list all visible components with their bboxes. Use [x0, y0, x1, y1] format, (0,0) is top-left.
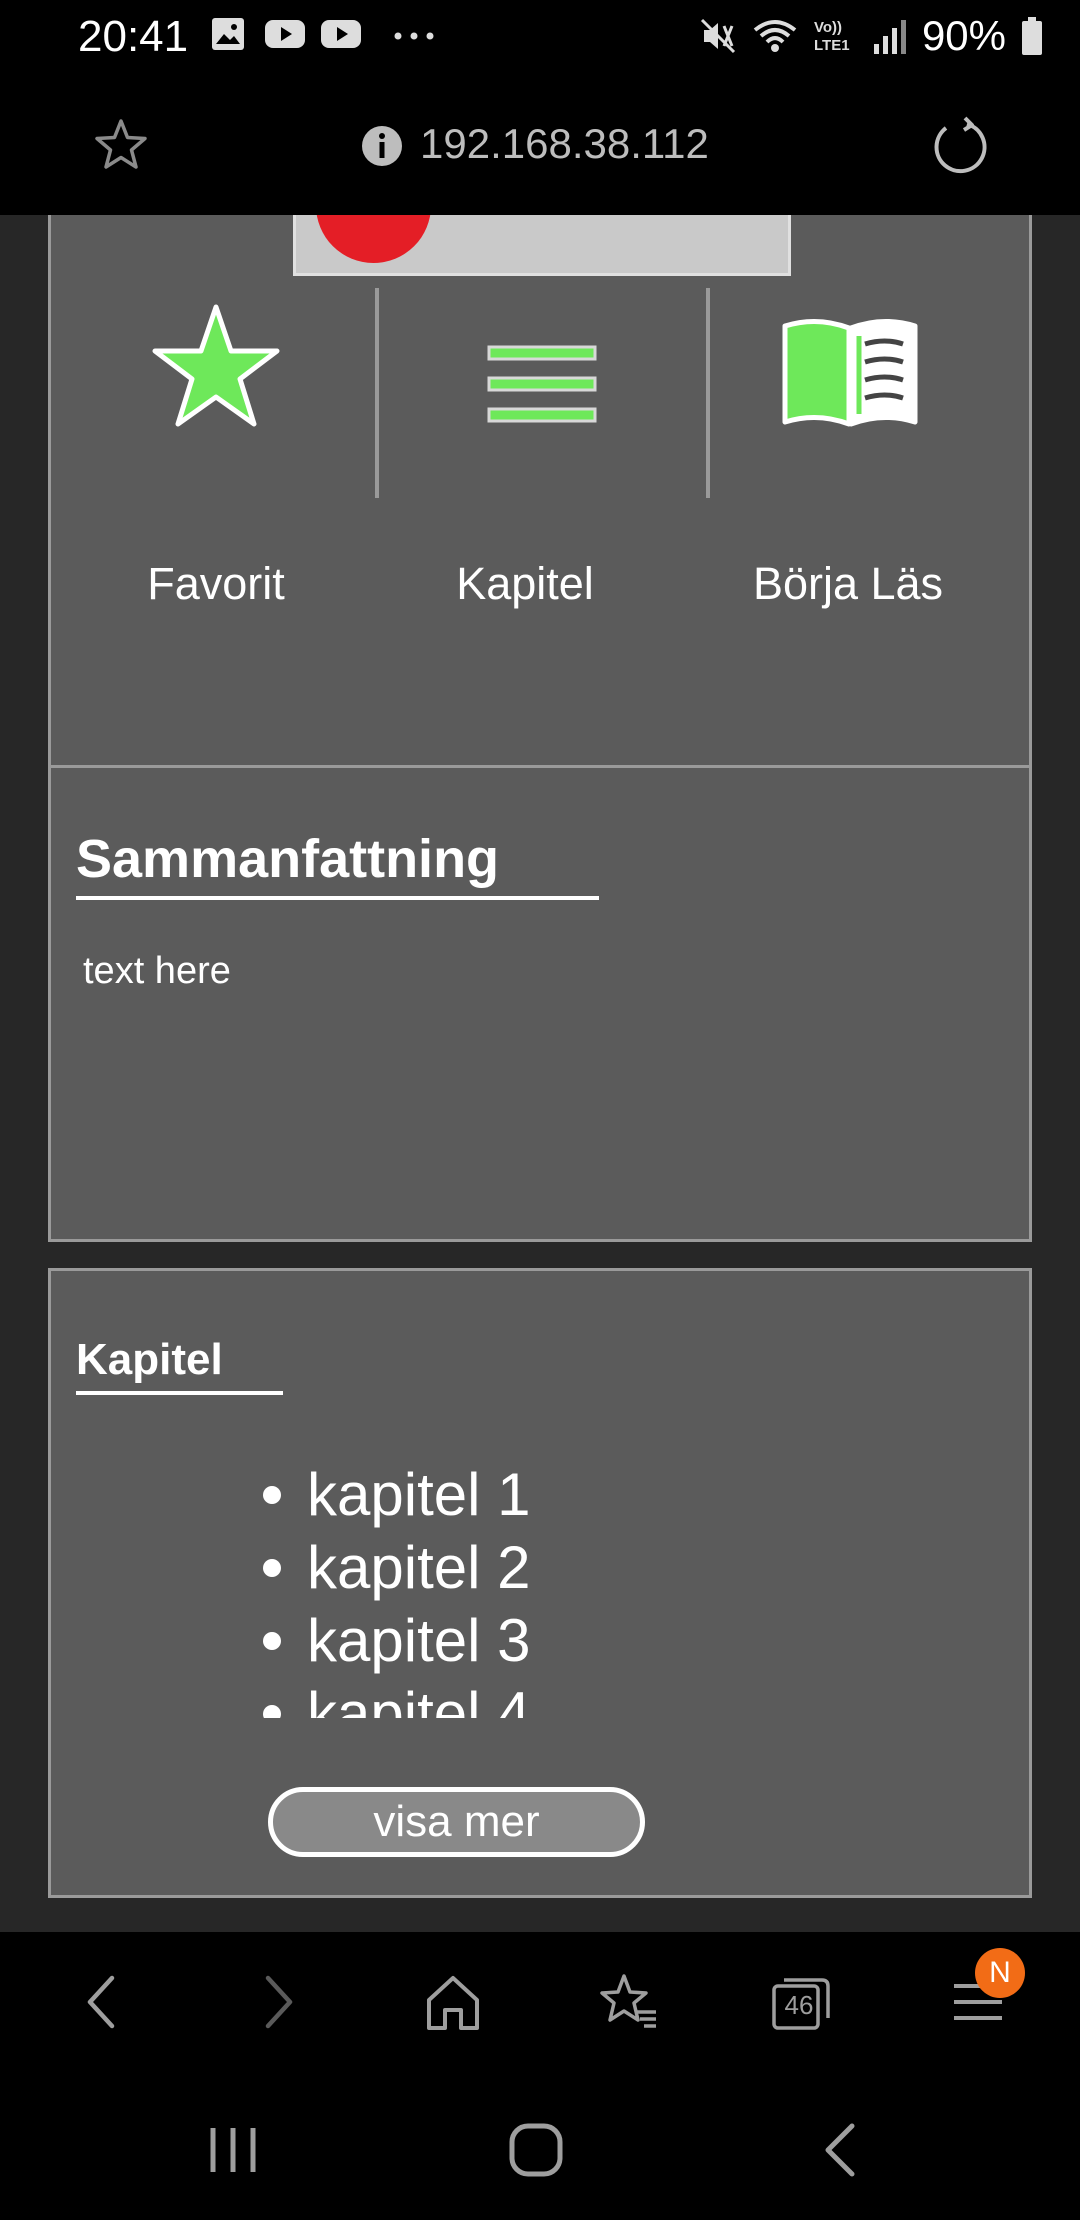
info-icon[interactable]: [360, 124, 404, 168]
list-item[interactable]: kapitel 4: [263, 1677, 530, 1718]
borja-las-label[interactable]: Börja Läs: [683, 558, 1013, 610]
status-indicators: Vo)) LTE1 90%: [698, 12, 1044, 60]
wifi-icon: [753, 20, 797, 52]
list-item[interactable]: kapitel 1: [263, 1458, 530, 1531]
chapter-label[interactable]: kapitel 3: [307, 1604, 530, 1677]
chapter-label[interactable]: kapitel 1: [307, 1458, 530, 1531]
list-icon[interactable]: [487, 345, 597, 423]
browser-url-bar: 192.168.38.112: [0, 72, 1080, 215]
back-icon[interactable]: [82, 1972, 122, 2032]
reload-icon[interactable]: [928, 116, 990, 178]
svg-text:Vo)): Vo)): [814, 19, 842, 36]
mute-icon: [700, 18, 735, 54]
kapitel-action-label[interactable]: Kapitel: [360, 558, 690, 610]
menu-badge: N: [975, 1948, 1025, 1998]
book-icon[interactable]: [781, 318, 919, 430]
bullet: [263, 1631, 281, 1650]
system-nav-bar: [0, 2082, 1080, 2220]
bullet: [263, 1704, 281, 1718]
status-time: 20:41: [78, 12, 189, 61]
volte-icon: Vo)) LTE1: [814, 19, 850, 54]
youtube-icon: [265, 20, 305, 48]
chapter-list: kapitel 1 kapitel 2 kapitel 3 kapitel 4: [263, 1458, 530, 1718]
home-nav-icon[interactable]: [508, 2122, 564, 2178]
bookmark-star-icon[interactable]: [92, 116, 150, 174]
battery-icon: [1022, 17, 1042, 55]
home-icon[interactable]: [425, 1972, 481, 2032]
svg-text:LTE1: LTE1: [814, 37, 850, 54]
chapter-label[interactable]: kapitel 4: [307, 1677, 530, 1718]
chapters-card: Kapitel kapitel 1 kapitel 2 kapitel 3 ka…: [48, 1268, 1032, 1898]
web-page: Favorit Kapitel Börja Läs Sammanfattning…: [0, 215, 1080, 1932]
bullet: [263, 1485, 281, 1504]
chapter-label[interactable]: kapitel 2: [307, 1531, 530, 1604]
list-item[interactable]: kapitel 2: [263, 1531, 530, 1604]
cover-red-circle: [316, 215, 431, 263]
youtube-icon: [321, 20, 361, 48]
chapters-heading: Kapitel: [76, 1335, 283, 1395]
tabs-count: 46: [784, 1990, 814, 2020]
more-dots-icon: [394, 32, 434, 40]
book-cover-image: [293, 215, 791, 276]
recent-apps-icon[interactable]: [205, 2122, 261, 2178]
battery-percent: 90%: [921, 12, 1006, 59]
forward-icon[interactable]: [258, 1972, 298, 2032]
browser-toolbar: 46 N: [0, 1932, 1080, 2082]
url-text[interactable]: 192.168.38.112: [420, 120, 709, 168]
tabs-button[interactable]: 46: [770, 1972, 832, 2032]
image-icon: [212, 18, 244, 50]
action-divider: [375, 288, 379, 498]
visa-mer-button[interactable]: visa mer: [268, 1787, 645, 1857]
list-item[interactable]: kapitel 3: [263, 1604, 530, 1677]
back-nav-icon[interactable]: [820, 2122, 860, 2178]
bullet: [263, 1558, 281, 1577]
favorit-label[interactable]: Favorit: [51, 558, 381, 610]
summary-card: Sammanfattning text here: [48, 765, 1032, 1242]
summary-text: text here: [83, 950, 231, 992]
action-divider: [706, 288, 710, 498]
star-icon[interactable]: [151, 303, 281, 429]
signal-icon: [873, 20, 906, 54]
summary-heading: Sammanfattning: [76, 828, 600, 900]
bookmarks-icon[interactable]: [598, 1972, 660, 2032]
status-bar: 20:41 Vo)) LTE1 90%: [0, 0, 1080, 72]
